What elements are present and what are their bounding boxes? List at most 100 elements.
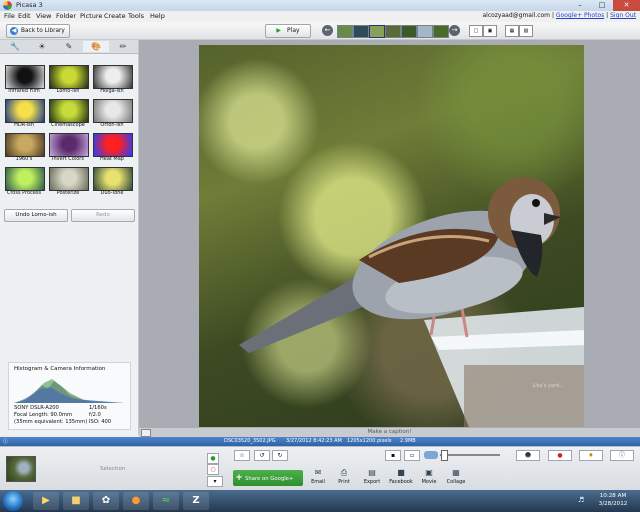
menu-picture[interactable]: Picture: [80, 12, 102, 20]
sign-out-link[interactable]: Sign Out: [610, 12, 636, 19]
wrench-icon[interactable]: 🔧: [2, 41, 28, 52]
places-icon[interactable]: ●: [548, 450, 572, 461]
effect-orton-ish[interactable]: Orton-ish: [92, 99, 133, 130]
menu-help[interactable]: Help: [150, 12, 165, 20]
effect-label: Orton-ish: [100, 122, 124, 128]
rotate-right-icon[interactable]: ↻: [272, 450, 288, 461]
photo-viewer: Lisa's yard...: [139, 40, 640, 428]
folder-icon[interactable]: ■: [63, 492, 89, 510]
properties-icon[interactable]: ⓘ: [610, 450, 634, 461]
close-button[interactable]: ✕: [613, 0, 640, 11]
view-single-icon[interactable]: □: [469, 25, 483, 37]
minimize-button[interactable]: –: [569, 0, 591, 11]
account-email: alcozyaad@gmail.com: [482, 12, 551, 19]
google-photos-link[interactable]: Google+ Photos: [556, 12, 604, 19]
redo-button[interactable]: Redo: [71, 209, 135, 222]
feeder-seeds: [464, 365, 584, 427]
rotate-left-icon[interactable]: ↺: [254, 450, 270, 461]
menu-tools[interactable]: Tools: [128, 12, 144, 20]
filmstrip-thumb[interactable]: [401, 25, 417, 38]
maximize-button[interactable]: □: [591, 0, 613, 11]
clear-icon[interactable]: ○: [207, 464, 219, 475]
tray-thumbnail[interactable]: [6, 456, 36, 482]
filmstrip-thumb[interactable]: [433, 25, 449, 38]
play-slideshow-button[interactable]: ▶ Play: [265, 24, 311, 38]
tags-icon[interactable]: ♦: [579, 450, 603, 461]
hold-icon[interactable]: ●: [207, 453, 219, 464]
effect-1960-s[interactable]: 1960's: [4, 133, 45, 164]
star-icon[interactable]: ☆: [234, 450, 250, 461]
sun-icon[interactable]: ☀: [29, 41, 55, 52]
menu-view[interactable]: View: [36, 12, 51, 20]
spotify-icon[interactable]: ≈: [153, 492, 179, 510]
menu-edit[interactable]: Edit: [18, 12, 31, 20]
status-filename: DSC03520_3502.JPG: [224, 438, 276, 444]
filmstrip-thumb[interactable]: [385, 25, 401, 38]
effect-lomo-ish[interactable]: Lomo-ish: [48, 65, 89, 96]
histogram-panel: Histogram & Camera Information SONY DSLR…: [8, 362, 131, 430]
effect-holga-ish[interactable]: Holga-ish: [92, 65, 133, 96]
play-label: Play: [287, 27, 300, 34]
shutter-speed: 1/160s: [89, 405, 107, 411]
main-photo[interactable]: Lisa's yard...: [199, 45, 584, 427]
zoom-slider-handle[interactable]: [441, 450, 448, 461]
menu-create[interactable]: Create: [104, 12, 126, 20]
effect-preview: [49, 133, 89, 157]
tray-volume-icon[interactable]: ♬: [578, 496, 584, 504]
filmstrip-thumb-current[interactable]: [369, 25, 385, 38]
effect-preview: [5, 99, 45, 123]
menu-file[interactable]: File: [4, 12, 15, 20]
thumb-size-medium-icon[interactable]: ▫: [404, 450, 420, 461]
filmstrip-thumb[interactable]: [417, 25, 433, 38]
view-fit-icon[interactable]: ▣: [483, 25, 497, 37]
start-button[interactable]: [3, 491, 23, 511]
previous-photo-icon[interactable]: ←: [322, 25, 333, 36]
effect-heat-map[interactable]: Heat Map: [92, 133, 133, 164]
effect-label: HDR-ish: [14, 122, 34, 128]
print-action[interactable]: ⎙ Print: [329, 468, 359, 485]
collage-icon: ▦: [452, 468, 460, 477]
effects-brush-2-icon[interactable]: ✏: [110, 41, 136, 52]
effect-infrared-film[interactable]: Infrared Film: [4, 65, 45, 96]
effects-grid: Infrared Film Lomo-ish Holga-ish HDR-ish Cin…: [0, 65, 138, 201]
view-compare-alt-icon[interactable]: ▧: [519, 25, 533, 37]
effect-duo-tone[interactable]: Duo-Tone: [92, 167, 133, 198]
effect-cinemascope[interactable]: Cinemascope: [48, 99, 89, 130]
effect-posterize[interactable]: Posterize: [48, 167, 89, 198]
undo-button[interactable]: Undo Lomo-ish: [4, 209, 68, 222]
people-icon[interactable]: ☻: [516, 450, 540, 461]
album-icon[interactable]: ▾: [207, 476, 223, 487]
movie-action[interactable]: ▣ Movie: [414, 468, 444, 485]
share-google-plus-button[interactable]: + Share on Google+: [233, 470, 303, 486]
effect-cross-process[interactable]: Cross Process: [4, 167, 45, 198]
firefox-icon[interactable]: ●: [123, 492, 149, 510]
clock-date: 3/28/2012: [598, 501, 628, 507]
brush-icon[interactable]: ✎: [56, 41, 82, 52]
status-datetime: 3/27/2012 8:42:23 AM: [286, 438, 342, 444]
effect-hdr-ish[interactable]: HDR-ish: [4, 99, 45, 130]
play-icon: ▶: [276, 27, 282, 34]
zoom-slider-track[interactable]: [440, 454, 500, 456]
filmstrip-thumb[interactable]: [337, 25, 353, 38]
media-player-icon[interactable]: ▶: [33, 492, 59, 510]
view-compare-icon[interactable]: ▦: [505, 25, 519, 37]
back-to-library-label: Back to Library: [21, 28, 65, 34]
filmstrip-thumb[interactable]: [353, 25, 369, 38]
thumb-size-small-icon[interactable]: ▪: [385, 450, 401, 461]
z-app-icon[interactable]: Z: [183, 492, 209, 510]
facebook-action[interactable]: ■ Facebook: [386, 468, 416, 485]
back-to-library-button[interactable]: ◀ Back to Library: [6, 24, 70, 38]
export-action[interactable]: ▤ Export: [357, 468, 387, 485]
collage-action[interactable]: ▦ Collage: [441, 468, 471, 485]
menu-folder[interactable]: Folder: [56, 12, 76, 20]
share-label: Share on Google+: [245, 476, 294, 482]
caption-input[interactable]: Make a caption!: [139, 429, 640, 435]
effect-invert-colors[interactable]: Invert Colors: [48, 133, 89, 164]
picasa-task-icon[interactable]: ✿: [93, 492, 119, 510]
export-label: Export: [363, 479, 381, 485]
system-clock[interactable]: 10:28 AM 3/28/2012: [592, 492, 634, 508]
effects-brush-icon[interactable]: 🎨: [83, 41, 109, 52]
effect-preview: [5, 133, 45, 157]
next-photo-icon[interactable]: →: [449, 25, 460, 36]
window-title: Picasa 3: [16, 1, 43, 9]
